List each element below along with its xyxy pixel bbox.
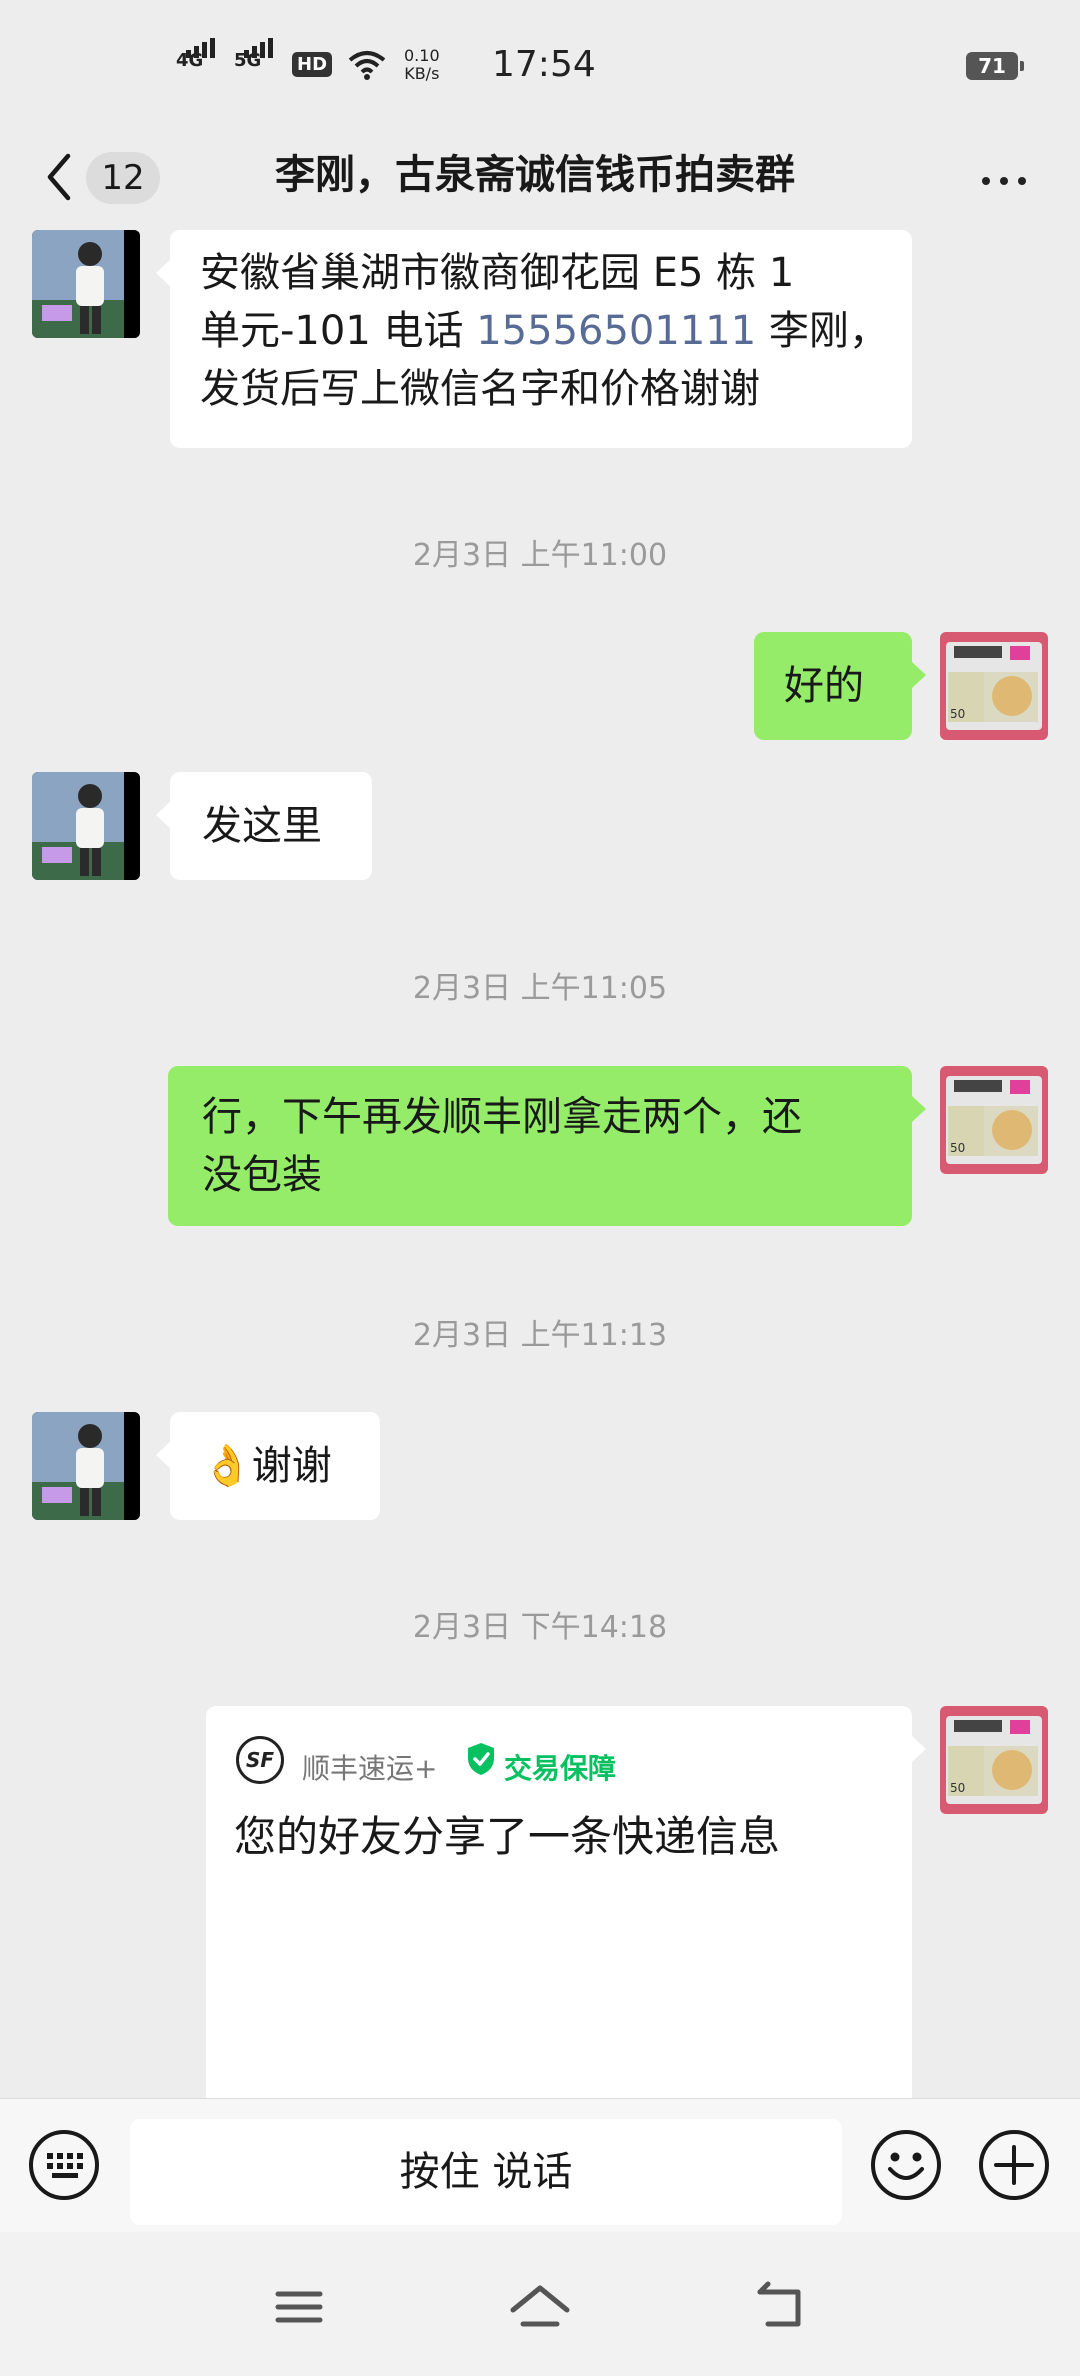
- card-brand-name: 顺丰速运+: [302, 1752, 438, 1785]
- back-arrow-icon: [47, 153, 71, 201]
- clock: 17:54: [492, 44, 596, 85]
- message-text-line: 行，下午再发顺丰刚拿走两个，还: [202, 1094, 802, 1140]
- avatar-li-gang[interactable]: [32, 772, 140, 880]
- message-bubble-thanks[interactable]: 👌谢谢: [156, 1412, 380, 1520]
- message-text-line: 发货后写上微信名字和价格谢谢: [200, 366, 760, 412]
- sf-logo-icon: SF: [236, 1736, 284, 1784]
- network-speed: 0.10 KB/s: [404, 47, 440, 83]
- system-navigation-bar: [0, 2232, 1080, 2376]
- more-button[interactable]: [972, 150, 1036, 210]
- hold-to-talk-button[interactable]: 按住 说话: [130, 2119, 842, 2225]
- shield-icon: [468, 1743, 494, 1775]
- avatar-li-gang[interactable]: [32, 1412, 140, 1520]
- speed-unit: KB/s: [404, 64, 440, 83]
- card-description: 您的好友分享了一条快递信息: [234, 1812, 781, 1861]
- message-bubble-send-here[interactable]: 发这里: [156, 772, 372, 880]
- timestamp: 2月3日 上午11:00: [412, 538, 668, 573]
- speed-value: 0.10: [404, 46, 440, 65]
- svg-text:50: 50: [950, 1141, 965, 1155]
- hd-badge: HD: [292, 52, 333, 77]
- more-functions-button[interactable]: [978, 2129, 1050, 2201]
- message-text: 👌谢谢: [202, 1443, 332, 1489]
- battery-icon: 71: [966, 52, 1024, 80]
- home-icon: [510, 2285, 570, 2327]
- keyboard-icon: [29, 2130, 99, 2200]
- message-list[interactable]: 安徽省巢湖市徽商御花园 E5 栋 1 单元-101 电话 15556501111…: [0, 230, 1080, 2098]
- back-button[interactable]: [40, 142, 80, 212]
- timestamp: 2月3日 下午14:18: [412, 1610, 668, 1645]
- menu-icon: [275, 2291, 323, 2323]
- plus-icon: [979, 2130, 1049, 2200]
- keyboard-toggle-button[interactable]: [28, 2129, 100, 2201]
- message-bubble-address[interactable]: 安徽省巢湖市徽商御花园 E5 栋 1 单元-101 电话 15556501111…: [156, 230, 912, 448]
- recent-apps-button[interactable]: [264, 2272, 334, 2342]
- message-text: 好的: [784, 663, 864, 709]
- avatar-me[interactable]: 50: [940, 1066, 1048, 1174]
- chat-title: 李刚，古泉斋诚信钱币拍卖群: [275, 152, 795, 198]
- message-bubble-sf-later[interactable]: 行，下午再发顺丰刚拿走两个，还 没包装: [168, 1066, 926, 1226]
- message-text: 发这里: [202, 803, 322, 849]
- message-text-fragment: 单元-101 电话: [200, 308, 477, 354]
- svg-text:50: 50: [950, 1781, 965, 1795]
- message-text-line: 没包装: [202, 1152, 322, 1198]
- message-text-fragment: 李刚，: [756, 308, 889, 354]
- timestamp: 2月3日 上午11:13: [412, 1318, 668, 1353]
- back-nav-button[interactable]: [746, 2272, 816, 2342]
- avatar-li-gang[interactable]: [32, 230, 140, 338]
- home-button[interactable]: [505, 2272, 575, 2342]
- avatar-me[interactable]: 50: [940, 632, 1048, 740]
- svg-text:50: 50: [950, 707, 965, 721]
- input-bar: 按住 说话: [0, 2098, 1080, 2233]
- emoji-button[interactable]: [870, 2129, 942, 2201]
- status-bar: 4G 5G HD 0.10 KB/s 17:54 71: [0, 0, 1080, 130]
- message-bubble-ok[interactable]: 好的: [754, 632, 926, 740]
- wifi-icon: [348, 51, 386, 80]
- express-share-card[interactable]: SF 顺丰速运+ 交易保障 您的好友分享了一条快递信息: [206, 1706, 926, 2098]
- phone-number-link[interactable]: 15556501111: [476, 308, 756, 354]
- chat-header: 12 李刚，古泉斋诚信钱币拍卖群: [0, 130, 1080, 230]
- avatar-me[interactable]: 50: [940, 1706, 1048, 1814]
- return-icon: [757, 2281, 801, 2327]
- unread-count-badge[interactable]: 12: [86, 152, 160, 204]
- message-text-line: 单元-101 电话 15556501111 李刚，: [200, 302, 889, 360]
- card-guarantee-label: 交易保障: [504, 1752, 617, 1785]
- message-text-line: 安徽省巢湖市徽商御花园 E5 栋 1: [200, 250, 795, 296]
- timestamp: 2月3日 上午11:05: [412, 971, 668, 1006]
- emoji-icon: [871, 2130, 941, 2200]
